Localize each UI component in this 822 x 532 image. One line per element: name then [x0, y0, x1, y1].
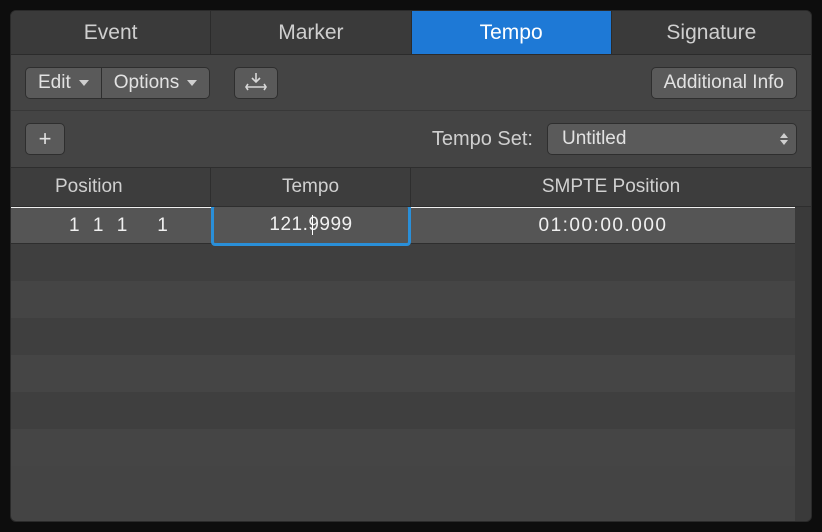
tempo-cell-editing[interactable]: 121.9999 — [211, 207, 411, 246]
catch-playhead-button[interactable] — [234, 67, 278, 99]
edit-menu-button[interactable]: Edit — [25, 67, 101, 99]
options-menu-label: Options — [114, 72, 179, 94]
smpte-cell[interactable]: 01:00:00.000 — [411, 208, 795, 243]
tab-label: Marker — [278, 21, 343, 45]
tab-event[interactable]: Event — [11, 11, 211, 54]
tab-label: Tempo — [480, 21, 543, 45]
additional-info-label: Additional Info — [664, 72, 784, 94]
updown-stepper-icon — [780, 133, 788, 145]
chevron-down-icon — [187, 80, 197, 86]
tempo-set-value: Untitled — [562, 128, 626, 150]
column-header-smpte[interactable]: SMPTE Position — [411, 168, 811, 206]
main-toolbar: Edit Options Additional Info — [11, 55, 811, 111]
tab-signature[interactable]: Signature — [612, 11, 811, 54]
tab-marker[interactable]: Marker — [211, 11, 411, 54]
tab-tempo[interactable]: Tempo — [412, 11, 612, 54]
row-stripe — [11, 392, 795, 429]
row-stripe — [11, 318, 795, 355]
row-stripe — [11, 281, 795, 318]
position-ticks: 1 — [157, 215, 168, 237]
tab-label: Signature — [666, 21, 756, 45]
row-stripe — [11, 355, 795, 392]
row-stripe — [11, 429, 795, 466]
chevron-down-icon — [79, 80, 89, 86]
column-header-tempo[interactable]: Tempo — [211, 168, 411, 206]
tempo-table-header: Position Tempo SMPTE Position — [11, 167, 811, 207]
plus-icon: + — [39, 126, 52, 152]
header-label: Position — [55, 176, 123, 198]
position-bars: 1 1 1 — [69, 215, 131, 237]
editor-tabbar: Event Marker Tempo Signature — [11, 11, 811, 55]
tempo-value: 121.9999 — [269, 214, 352, 236]
header-label: Tempo — [282, 176, 339, 198]
vertical-scrollbar[interactable] — [795, 207, 811, 521]
smpte-value: 01:00:00.000 — [539, 215, 668, 237]
tempo-list-editor-window: Event Marker Tempo Signature Edit Option… — [10, 10, 812, 522]
text-caret — [312, 215, 313, 235]
edit-menu-label: Edit — [38, 72, 71, 94]
tempo-table-body: 1 1 1 1 121.9999 01:00:00.000 — [11, 207, 811, 521]
add-tempo-event-button[interactable]: + — [25, 123, 65, 155]
column-header-position[interactable]: Position — [11, 168, 211, 206]
header-label: SMPTE Position — [542, 176, 680, 198]
tempo-set-select[interactable]: Untitled — [547, 123, 797, 155]
options-menu-button[interactable]: Options — [101, 67, 210, 99]
tab-label: Event — [84, 21, 138, 45]
tempo-row[interactable]: 1 1 1 1 121.9999 01:00:00.000 — [11, 207, 795, 244]
playhead-catch-icon — [245, 73, 267, 93]
secondary-toolbar: + Tempo Set: Untitled — [11, 111, 811, 167]
additional-info-button[interactable]: Additional Info — [651, 67, 797, 99]
position-cell[interactable]: 1 1 1 1 — [11, 208, 211, 243]
row-stripe — [11, 244, 795, 281]
tempo-set-label: Tempo Set: — [432, 128, 533, 151]
